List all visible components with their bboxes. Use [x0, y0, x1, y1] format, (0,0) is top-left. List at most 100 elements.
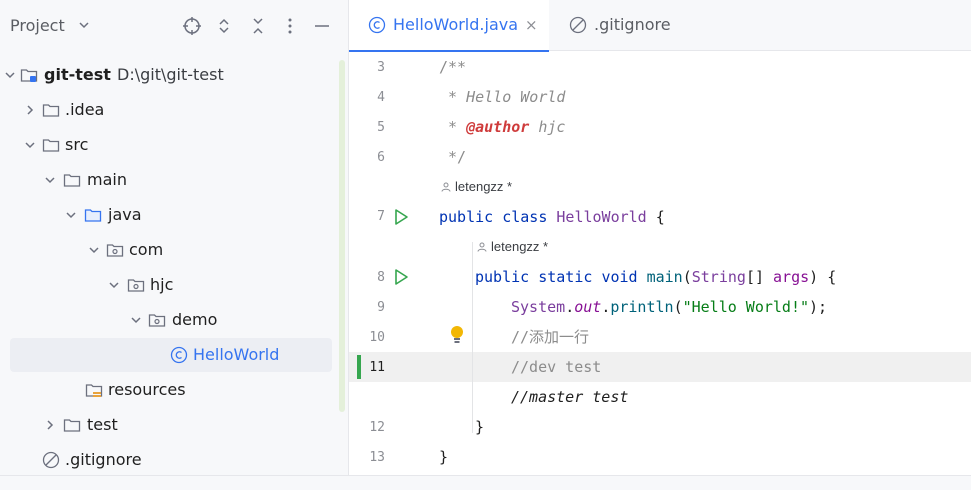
tree-item-label: java [108, 205, 142, 224]
java-class-icon [368, 16, 386, 34]
author-hint-text: letengzz * [491, 239, 549, 254]
line-number: 3 [377, 60, 385, 75]
chevron-down-icon[interactable] [44, 174, 56, 186]
tree-item-label: git-test [44, 65, 111, 84]
tab-gitignore[interactable]: .gitignore [549, 0, 699, 50]
project-panel: Project git-test D:\git\git-test .idea s… [0, 0, 349, 475]
code-line-13: } [439, 448, 449, 466]
javadoc-tag: @author [466, 118, 530, 136]
chevron-down-icon[interactable] [108, 279, 120, 291]
indent-guide [472, 283, 473, 433]
folder-icon [42, 104, 60, 117]
code-line-6: */ [439, 148, 467, 166]
code-line-4: * Hello World [439, 88, 566, 106]
line-number: 13 [369, 450, 385, 465]
code-line-12: } [475, 418, 485, 436]
run-icon[interactable] [393, 208, 409, 226]
author-hint-text: letengzz * [455, 179, 513, 194]
code-line-10: //添加一行 [511, 328, 590, 346]
tree-item-label: .gitignore [65, 450, 142, 469]
line-number: 12 [369, 420, 385, 435]
line-number: 6 [377, 150, 385, 165]
chevron-down-icon[interactable] [88, 244, 100, 256]
tree-item-java[interactable]: java [0, 200, 336, 230]
package-icon [127, 279, 145, 292]
chevron-right-icon[interactable] [44, 419, 56, 431]
editor-tabs: HelloWorld.java × .gitignore [349, 0, 971, 52]
source-folder-icon [84, 209, 102, 222]
tree-item-main[interactable]: main [0, 165, 336, 195]
tree-item-test[interactable]: test [0, 410, 336, 440]
code-line-8: public static void main(String[] args) { [475, 268, 837, 286]
tree-item-com[interactable]: com [0, 235, 336, 265]
tree-item-label: com [129, 240, 164, 259]
java-class-icon [170, 346, 188, 364]
ide-window: Project git-test D:\git\git-test .idea s… [0, 0, 971, 490]
minimize-icon[interactable] [312, 16, 332, 36]
more-options-icon[interactable] [280, 16, 300, 36]
tab-label: HelloWorld.java [393, 15, 519, 34]
code-line-5: * @author hjc [439, 118, 566, 136]
collapse-all-icon[interactable] [248, 16, 268, 36]
tree-item-helloworld[interactable]: HelloWorld [0, 338, 336, 372]
line-number: 7 [377, 209, 385, 224]
tree-item-src[interactable]: src [0, 130, 336, 160]
code-area[interactable]: /** * Hello World * @author hjc */ leten… [439, 51, 971, 475]
tree-item-hjc[interactable]: hjc [0, 270, 336, 300]
tab-helloworld-java[interactable]: HelloWorld.java × [349, 0, 549, 52]
code-line-11-inlay: //master test [511, 388, 629, 406]
tab-close-button[interactable]: × [525, 0, 538, 50]
folder-icon [63, 419, 81, 432]
chevron-down-icon[interactable] [4, 69, 16, 81]
project-panel-title[interactable]: Project [10, 16, 65, 35]
chevron-down-icon[interactable] [24, 139, 36, 151]
editor-panel: HelloWorld.java × .gitignore 3 4 5 6 7 8… [349, 0, 971, 475]
editor-gutter[interactable]: 3 4 5 6 7 8 9 10 11 12 13 [349, 51, 437, 475]
tree-item-label: HelloWorld [193, 345, 280, 364]
line-number: 5 [377, 120, 385, 135]
chevron-right-icon[interactable] [24, 104, 36, 116]
project-scrollbar[interactable] [339, 60, 345, 412]
chevron-down-icon[interactable] [78, 19, 90, 31]
line-number: 4 [377, 90, 385, 105]
ignored-file-icon [42, 451, 60, 469]
project-panel-header: Project [0, 0, 348, 50]
tree-item-path: D:\git\git-test [117, 65, 224, 84]
line-number: 9 [377, 300, 385, 315]
run-icon[interactable] [393, 268, 409, 286]
tree-item-resources[interactable]: resources [0, 375, 336, 405]
line-number: 10 [369, 330, 385, 345]
ignored-file-icon [569, 16, 587, 34]
tab-label: .gitignore [594, 15, 671, 34]
package-icon [106, 244, 124, 257]
tree-item-label: hjc [150, 275, 174, 294]
code-line-9: System.out.println("Hello World!"); [511, 298, 828, 316]
code-line-7: public class HelloWorld { [439, 208, 665, 226]
code-line-11: //dev test [511, 358, 602, 376]
tree-item-idea[interactable]: .idea [0, 95, 336, 125]
chevron-down-icon[interactable] [130, 314, 142, 326]
tree-item-gitignore[interactable]: .gitignore [0, 445, 336, 475]
bottom-edge [0, 475, 971, 490]
lightbulb-icon[interactable] [449, 325, 465, 345]
tree-item-label: resources [108, 380, 186, 399]
tree-item-label: .idea [65, 100, 105, 119]
user-icon [477, 242, 487, 252]
tree-item-label: main [87, 170, 127, 189]
resources-folder-icon [85, 384, 103, 397]
line-number: 11 [369, 360, 385, 375]
package-icon [148, 314, 166, 327]
expand-all-icon[interactable] [214, 16, 234, 36]
chevron-down-icon[interactable] [65, 209, 77, 221]
tree-item-label: src [65, 135, 89, 154]
line-number: 8 [377, 270, 385, 285]
tree-item-git-test[interactable]: git-test D:\git\git-test [0, 60, 336, 90]
folder-icon [63, 174, 81, 187]
tree-item-label: test [87, 415, 118, 434]
module-folder-icon [20, 69, 38, 82]
tree-item-demo[interactable]: demo [0, 305, 336, 335]
code-line-3: /** [439, 58, 467, 76]
user-icon [441, 182, 451, 192]
tree-item-label: demo [172, 310, 218, 329]
locate-icon[interactable] [182, 16, 202, 36]
